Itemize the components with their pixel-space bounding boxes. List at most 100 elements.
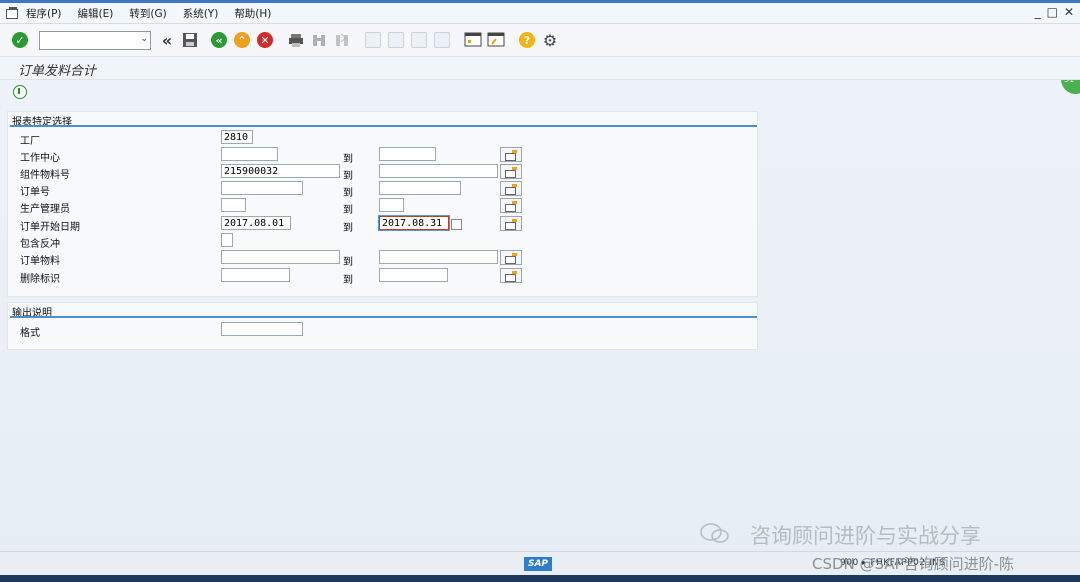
page-title: 订单发料合计 xyxy=(18,64,97,79)
wechat-logo-icon xyxy=(700,523,729,543)
selection-frame: 报表特定选择 工厂 2810 工作中心 到 组件物料号 215900032 到 … xyxy=(7,111,758,297)
shortcut-icon xyxy=(487,32,505,47)
component-material-to-input[interactable] xyxy=(379,164,498,178)
to-label: 到 xyxy=(343,171,353,182)
customize-layout-button[interactable]: ⚙ xyxy=(540,30,560,50)
dropdown-arrow-icon: ⌄ xyxy=(140,33,148,44)
previous-page-icon xyxy=(388,32,404,48)
order-number-to-input[interactable] xyxy=(379,181,461,195)
print-button[interactable] xyxy=(286,30,306,50)
deletion-flag-label: 删除标识 xyxy=(20,274,60,285)
menu-system[interactable]: 系统(Y) xyxy=(183,6,219,21)
work-center-row: 工作中心 到 xyxy=(8,147,757,165)
collapse-command-button[interactable]: « xyxy=(157,30,177,50)
layout-input[interactable] xyxy=(221,322,303,336)
first-page-button[interactable] xyxy=(363,30,383,50)
work-center-label: 工作中心 xyxy=(20,153,60,164)
exit-button[interactable]: ⌃ xyxy=(232,30,252,50)
to-label: 到 xyxy=(343,275,353,286)
gear-icon: ⚙ xyxy=(542,30,558,50)
production-supervisor-from-input[interactable] xyxy=(221,198,246,212)
find-next-button[interactable] xyxy=(332,30,352,50)
find-button[interactable] xyxy=(309,30,329,50)
help-button[interactable]: ? xyxy=(517,30,537,50)
multiple-selection-button[interactable] xyxy=(500,216,522,231)
calendar-help-icon[interactable] xyxy=(451,219,462,230)
system-menu-icon[interactable] xyxy=(6,7,20,19)
exit-icon: ⌃ xyxy=(234,32,250,48)
order-start-date-row: 订单开始日期 2017.08.01 到 2017.08.31 xyxy=(8,215,757,234)
back-button[interactable]: « xyxy=(209,30,229,50)
cancel-icon: ✕ xyxy=(257,32,273,48)
layout-label: 格式 xyxy=(20,328,40,339)
double-chevron-left-icon: « xyxy=(161,30,173,50)
work-center-to-input[interactable] xyxy=(379,147,436,161)
include-backflush-row: 包含反冲 xyxy=(8,233,757,250)
order-material-from-input[interactable] xyxy=(221,250,340,264)
minimize-button[interactable]: _ xyxy=(1035,5,1041,19)
order-number-label: 订单号 xyxy=(20,187,50,198)
order-material-to-input[interactable] xyxy=(379,250,498,264)
help-icon: ? xyxy=(519,32,535,48)
order-start-date-from-input[interactable]: 2017.08.01 xyxy=(221,216,291,230)
cancel-button[interactable]: ✕ xyxy=(255,30,275,50)
include-backflush-checkbox[interactable] xyxy=(221,233,233,247)
order-start-date-label: 订单开始日期 xyxy=(20,222,80,233)
multiple-selection-button[interactable] xyxy=(500,164,522,179)
multiple-selection-button[interactable] xyxy=(500,198,522,213)
new-window-icon xyxy=(464,32,482,47)
application-toolbar xyxy=(0,80,1080,104)
menu-goto[interactable]: 转到(G) xyxy=(129,6,166,21)
multiple-selection-button[interactable] xyxy=(500,147,522,162)
close-window-button[interactable]: ✕ xyxy=(1064,5,1074,19)
multiple-selection-button[interactable] xyxy=(500,250,522,265)
title-bar: 订单发料合计 xyxy=(0,57,1080,80)
watermark-credit: CSDN @SAP咨询顾问进阶-陈 xyxy=(812,555,1015,573)
menu-help[interactable]: 帮助(H) xyxy=(234,6,271,21)
to-label: 到 xyxy=(343,188,353,199)
plant-row: 工厂 2810 xyxy=(8,130,757,147)
production-supervisor-label: 生产管理员 xyxy=(20,204,70,215)
production-supervisor-row: 生产管理员 到 xyxy=(8,198,757,216)
shortcut-button[interactable] xyxy=(486,30,506,50)
print-icon xyxy=(289,34,303,47)
deletion-flag-row: 删除标识 到 xyxy=(8,268,757,286)
last-page-icon xyxy=(434,32,450,48)
menu-edit[interactable]: 编辑(E) xyxy=(78,6,114,21)
next-page-icon xyxy=(411,32,427,48)
production-supervisor-to-input[interactable] xyxy=(379,198,404,212)
layout-row: 格式 xyxy=(8,322,757,339)
next-page-button[interactable] xyxy=(409,30,429,50)
multiple-selection-button[interactable] xyxy=(500,181,522,196)
first-page-icon xyxy=(365,32,381,48)
output-frame: 输出说明 格式 xyxy=(7,302,758,350)
save-button[interactable] xyxy=(180,30,200,50)
order-start-date-to-input[interactable]: 2017.08.31 xyxy=(378,215,450,231)
order-number-from-input[interactable] xyxy=(221,181,303,195)
order-material-label: 订单物料 xyxy=(20,256,60,267)
work-center-from-input[interactable] xyxy=(221,147,278,161)
menu-program[interactable]: 程序(P) xyxy=(26,6,62,21)
component-material-from-input[interactable]: 215900032 xyxy=(221,164,340,178)
previous-page-button[interactable] xyxy=(386,30,406,50)
os-taskbar xyxy=(0,575,1080,582)
execute-icon[interactable] xyxy=(13,85,27,99)
standard-toolbar: ✓ ⌄ « « ⌃ ✕ ? ⚙ 31 xyxy=(0,24,1080,94)
deletion-flag-to-input[interactable] xyxy=(379,268,448,282)
multiple-selection-button[interactable] xyxy=(500,268,522,283)
deletion-flag-from-input[interactable] xyxy=(221,268,290,282)
component-material-label: 组件物料号 xyxy=(20,170,70,181)
order-material-row: 订单物料 到 xyxy=(8,250,757,268)
plant-input[interactable]: 2810 xyxy=(221,130,253,144)
create-session-button[interactable] xyxy=(463,30,483,50)
last-page-button[interactable] xyxy=(432,30,452,50)
enter-button[interactable]: ✓ xyxy=(10,30,30,50)
plant-label: 工厂 xyxy=(20,136,40,147)
watermark-title: 咨询顾问进阶与实战分享 xyxy=(750,524,981,548)
binoculars-icon xyxy=(313,35,325,46)
menu-bar: 程序(P) 编辑(E) 转到(G) 系统(Y) 帮助(H) _ □ ✕ xyxy=(0,3,1080,24)
command-field[interactable]: ⌄ xyxy=(39,30,151,50)
restore-button[interactable]: □ xyxy=(1047,5,1058,19)
component-material-row: 组件物料号 215900032 到 xyxy=(8,164,757,182)
to-label: 到 xyxy=(343,154,353,165)
